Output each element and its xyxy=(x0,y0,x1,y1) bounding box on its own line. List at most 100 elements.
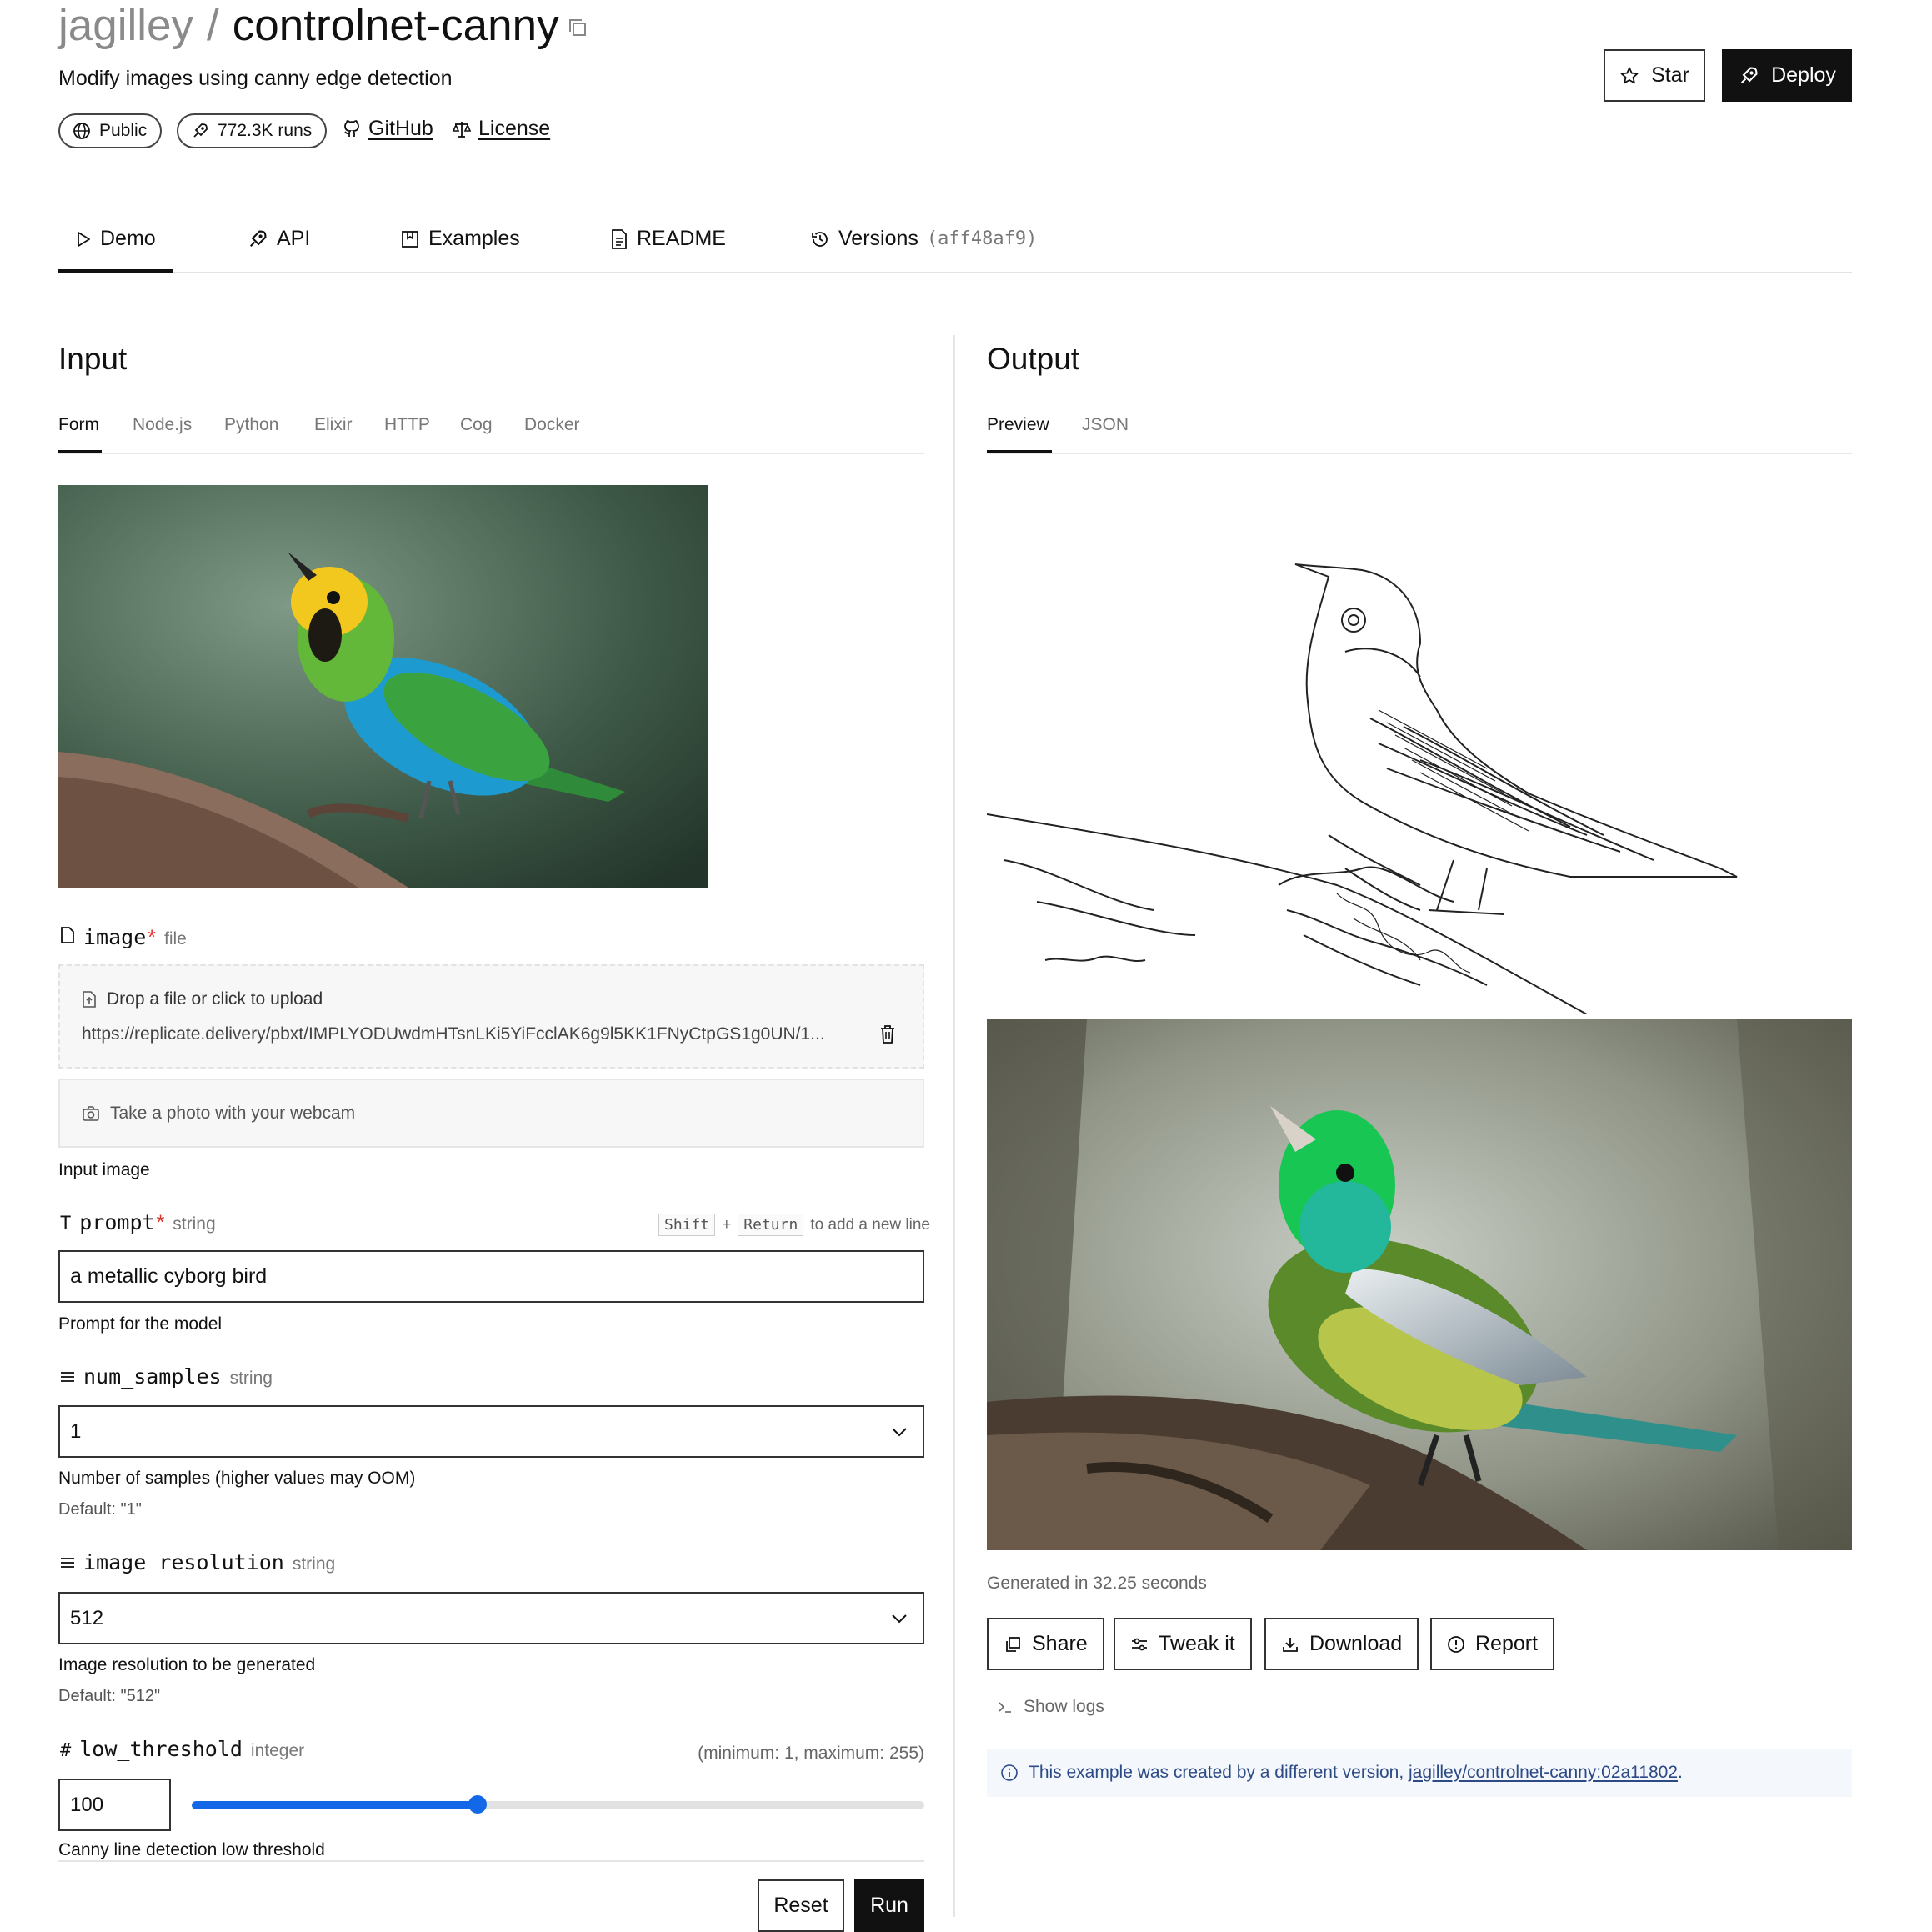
share-label: Share xyxy=(1032,1632,1088,1655)
num-samples-field-name: num_samples xyxy=(83,1364,222,1389)
tabs-divider xyxy=(58,272,1852,273)
input-subtabs-divider xyxy=(58,453,924,454)
github-link[interactable]: GitHub xyxy=(342,117,433,141)
show-logs-label: Show logs xyxy=(1024,1697,1104,1716)
download-button[interactable]: Download xyxy=(1264,1618,1419,1670)
copy-icon[interactable] xyxy=(565,15,590,40)
num-samples-help-text: Number of samples (higher values may OOM… xyxy=(58,1469,416,1488)
prompt-input[interactable]: a metallic cyborg bird xyxy=(58,1250,924,1303)
star-icon xyxy=(1619,66,1639,86)
num-samples-select[interactable]: 1 xyxy=(58,1405,924,1458)
image-resolution-help-text: Image resolution to be generated xyxy=(58,1655,316,1674)
low-threshold-slider-thumb[interactable] xyxy=(468,1795,487,1814)
github-icon xyxy=(342,119,362,139)
rocket-icon xyxy=(247,228,268,250)
input-image-preview xyxy=(58,485,708,888)
image-resolution-default: Default: "512" xyxy=(58,1687,161,1705)
chevron-down-icon xyxy=(891,1427,908,1437)
image-resolution-field-name: image_resolution xyxy=(83,1550,284,1574)
output-generated-image xyxy=(987,1019,1852,1550)
play-icon xyxy=(75,230,92,248)
low-threshold-help-clip: Canny line detection low threshold xyxy=(58,1829,924,1860)
column-divider xyxy=(953,335,955,1917)
tab-readme-label: README xyxy=(637,227,726,250)
list-icon xyxy=(60,1556,75,1569)
terminal-icon xyxy=(997,1699,1014,1714)
visibility-label: Public xyxy=(99,121,148,140)
subtab-form[interactable]: Form xyxy=(58,415,99,435)
webcam-capture-button[interactable]: Take a photo with your webcam xyxy=(58,1079,924,1148)
prompt-field-type: string xyxy=(173,1214,216,1234)
form-footer-divider xyxy=(58,1860,924,1862)
tab-examples[interactable]: Examples xyxy=(400,227,520,251)
report-button[interactable]: Report xyxy=(1430,1618,1555,1670)
tab-demo[interactable]: Demo xyxy=(75,227,156,251)
subtab-python[interactable]: Python xyxy=(224,415,278,435)
image-help-text: Input image xyxy=(58,1160,150,1179)
download-label: Download xyxy=(1309,1632,1403,1655)
subtab-elixir[interactable]: Elixir xyxy=(314,415,353,435)
star-button[interactable]: Star xyxy=(1604,49,1705,102)
share-button[interactable]: Share xyxy=(987,1618,1104,1670)
kbd-return: Return xyxy=(738,1214,804,1236)
low-threshold-input[interactable]: 100 xyxy=(58,1779,171,1831)
license-label: License xyxy=(478,117,551,140)
deploy-button[interactable]: Deploy xyxy=(1722,49,1852,102)
title-separator: / xyxy=(207,1,219,50)
run-button[interactable]: Run xyxy=(854,1879,924,1932)
dropzone-text: Drop a file or click to upload xyxy=(107,989,323,1009)
tweak-button[interactable]: Tweak it xyxy=(1114,1618,1252,1670)
rocket-icon xyxy=(191,122,209,140)
prompt-field-label: T prompt * string xyxy=(60,1210,216,1235)
subtab-json[interactable]: JSON xyxy=(1082,415,1129,435)
num-samples-default: Default: "1" xyxy=(58,1500,142,1519)
subtab-cog[interactable]: Cog xyxy=(460,415,493,435)
runs-count: 772.3K runs xyxy=(218,121,313,140)
num-samples-value: 1 xyxy=(70,1419,82,1443)
low-threshold-help-text: Canny line detection low threshold xyxy=(58,1840,325,1859)
trash-icon[interactable] xyxy=(878,1024,897,1044)
visibility-badge: Public xyxy=(58,113,162,148)
scale-icon xyxy=(452,119,472,139)
model-name: controlnet-canny xyxy=(232,1,559,50)
chevron-down-icon xyxy=(891,1614,908,1624)
file-dropzone[interactable]: Drop a file or click to upload https://r… xyxy=(58,964,924,1069)
low-threshold-slider-fill xyxy=(192,1801,478,1809)
tab-readme[interactable]: README xyxy=(610,227,726,251)
version-link[interactable]: jagilley/controlnet-canny:02a11802 xyxy=(1409,1763,1678,1782)
image-resolution-value: 512 xyxy=(70,1606,104,1629)
tab-versions[interactable]: Versions (aff48af9) xyxy=(810,227,1037,251)
kbd-shift: Shift xyxy=(658,1214,716,1236)
low-threshold-field-type: integer xyxy=(250,1741,305,1760)
subtab-docker[interactable]: Docker xyxy=(524,415,580,435)
subtab-nodejs[interactable]: Node.js xyxy=(133,415,192,435)
low-threshold-range: (minimum: 1, maximum: 255) xyxy=(698,1744,924,1763)
image-resolution-select[interactable]: 512 xyxy=(58,1592,924,1644)
deploy-label: Deploy xyxy=(1771,63,1836,87)
output-title: Output xyxy=(987,342,1080,376)
star-label: Star xyxy=(1651,63,1689,87)
file-icon xyxy=(60,926,75,944)
show-logs-toggle[interactable]: Show logs xyxy=(997,1697,1104,1717)
low-threshold-field-label: # low_threshold integer xyxy=(60,1737,304,1761)
tab-examples-label: Examples xyxy=(428,227,520,250)
subtab-http[interactable]: HTTP xyxy=(384,415,430,435)
required-marker: * xyxy=(148,926,156,949)
reset-button[interactable]: Reset xyxy=(758,1879,844,1932)
owner-link[interactable]: jagilley xyxy=(58,1,193,50)
hint-text: to add a new line xyxy=(810,1215,930,1234)
subtab-active-indicator xyxy=(987,450,1052,453)
tab-api[interactable]: API xyxy=(247,227,310,251)
hash-icon: # xyxy=(60,1740,72,1761)
globe-icon xyxy=(73,122,91,140)
document-icon xyxy=(610,228,628,250)
output-edge-image xyxy=(987,518,1852,1014)
text-type-icon: T xyxy=(60,1214,72,1234)
image-resolution-field-type: string xyxy=(292,1554,336,1574)
info-icon xyxy=(1000,1764,1019,1782)
prompt-field-name: prompt xyxy=(79,1210,155,1234)
version-hash: (aff48af9) xyxy=(926,228,1038,249)
tab-active-indicator xyxy=(58,269,173,273)
subtab-preview[interactable]: Preview xyxy=(987,415,1049,435)
license-link[interactable]: License xyxy=(452,117,550,141)
